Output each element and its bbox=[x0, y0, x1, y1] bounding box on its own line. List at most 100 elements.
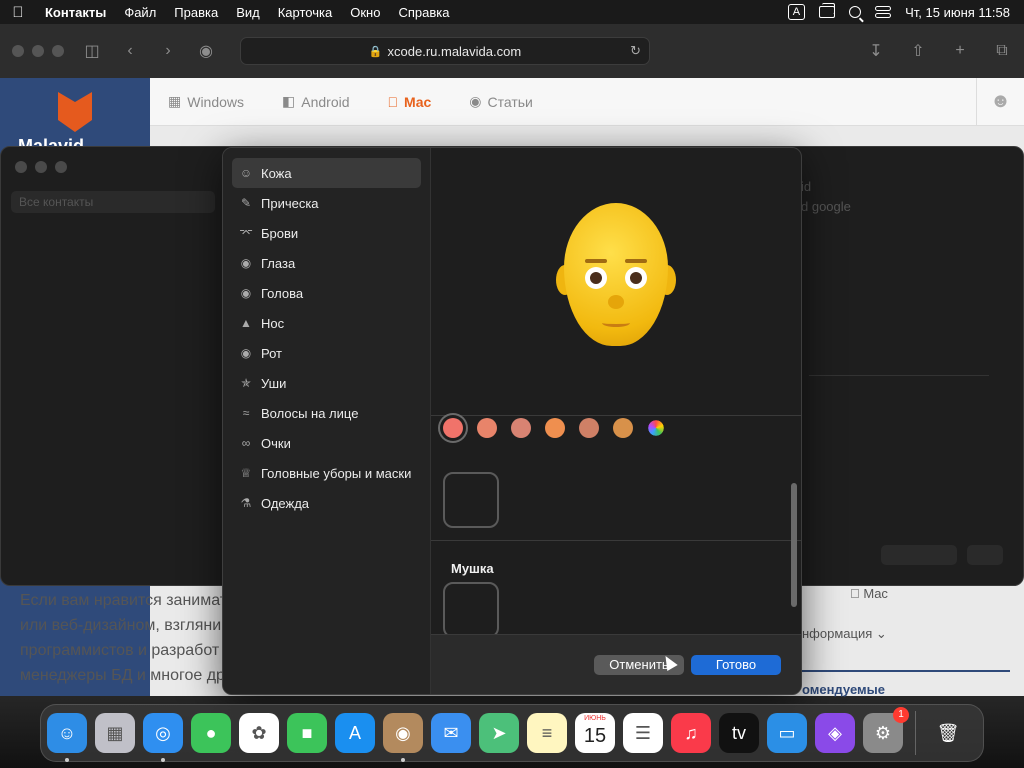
dock-safari-icon[interactable]: ◎ bbox=[143, 713, 183, 762]
options-scrollbar[interactable] bbox=[791, 483, 797, 607]
address-bar[interactable]: 🔒 xcode.ru.malavida.com ↻ bbox=[240, 37, 650, 65]
dock-system-preferences-icon[interactable]: ⚙ 1 bbox=[863, 707, 909, 753]
right-panel-info[interactable]: нформация ⌄ bbox=[802, 626, 887, 642]
reload-icon[interactable]: ↻ bbox=[630, 43, 641, 59]
skin-color-swatch[interactable] bbox=[477, 418, 497, 438]
edit-button[interactable] bbox=[881, 545, 957, 565]
minimize-button[interactable] bbox=[35, 161, 47, 173]
skin-color-swatch[interactable] bbox=[511, 418, 531, 438]
category-eyes[interactable]: ◉ Глаза bbox=[232, 248, 421, 278]
user-account-icon[interactable]: ☻ bbox=[976, 77, 1024, 126]
zoom-button[interactable] bbox=[52, 45, 64, 57]
privacy-shield-icon[interactable]: ◉ bbox=[196, 41, 216, 61]
dock-keynote-icon[interactable]: ▭ bbox=[767, 713, 807, 753]
menu-card[interactable]: Карточка bbox=[269, 5, 341, 20]
dock-mail-icon[interactable]: ✉ bbox=[431, 713, 471, 753]
dock-music-icon[interactable]: ♫ bbox=[671, 713, 711, 753]
memoji-face-image bbox=[556, 203, 676, 348]
category-clothing[interactable]: ⚗ Одежда bbox=[232, 488, 421, 518]
dock-calendar-icon[interactable]: ИЮНЬ 15 bbox=[575, 713, 615, 753]
section-divider bbox=[431, 540, 801, 541]
menu-clock[interactable]: Чт, 15 июня 11:58 bbox=[905, 5, 1010, 20]
memoji-editor-main: Мушка Отменить Готово bbox=[431, 148, 801, 694]
nav-windows[interactable]: ▦ Windows bbox=[168, 93, 244, 110]
tab-overview-icon[interactable]: ⧉ bbox=[992, 42, 1012, 60]
share-icon[interactable]: ⇧ bbox=[908, 41, 928, 61]
category-skin[interactable]: ☺ Кожа bbox=[232, 158, 421, 188]
lock-icon: 🔒 bbox=[368, 45, 383, 58]
skin-color-swatch[interactable] bbox=[545, 418, 565, 438]
forward-icon[interactable]: › bbox=[158, 42, 178, 60]
apple-icon:  bbox=[388, 94, 399, 110]
dock-trash-icon[interactable]: 🗑 bbox=[928, 713, 968, 753]
category-mouth[interactable]: ◉ Рот bbox=[232, 338, 421, 368]
share-button[interactable] bbox=[967, 545, 1003, 565]
dock-photos-icon[interactable]: ✿ bbox=[239, 713, 279, 753]
sheet-footer: Отменить Готово bbox=[431, 634, 801, 694]
dock-apple-tv-icon[interactable]: tv bbox=[719, 713, 759, 753]
dock-app-store-icon[interactable]: A bbox=[335, 713, 375, 753]
dock-podcasts-icon[interactable]: ◈ bbox=[815, 713, 855, 753]
dock-notes-icon[interactable]: ≡ bbox=[527, 713, 567, 753]
category-hairstyle[interactable]: ✎ Прическа bbox=[232, 188, 421, 218]
dock-facetime-icon[interactable]: ■ bbox=[287, 713, 327, 753]
sidebar-toggle-icon[interactable]: ◫ bbox=[82, 41, 102, 61]
category-ears[interactable]: ✯ Уши bbox=[232, 368, 421, 398]
skin-option-slot[interactable] bbox=[443, 472, 499, 528]
contact-card-divider bbox=[809, 375, 989, 376]
downloads-icon[interactable]: ↧ bbox=[866, 41, 886, 61]
skin-color-swatch[interactable] bbox=[579, 418, 599, 438]
category-facial-hair[interactable]: ≈ Волосы на лице bbox=[232, 398, 421, 428]
crown-icon: ♕ bbox=[240, 466, 252, 480]
category-head[interactable]: ◉ Голова bbox=[232, 278, 421, 308]
menu-app-contacts[interactable]: Контакты bbox=[36, 5, 115, 20]
spotlight-search-icon[interactable] bbox=[849, 6, 862, 18]
new-tab-icon[interactable]: + bbox=[950, 42, 970, 60]
calendar-month: ИЮНЬ bbox=[584, 715, 606, 722]
menu-edit[interactable]: Правка bbox=[165, 5, 227, 20]
menu-help[interactable]: Справка bbox=[389, 5, 458, 20]
right-panel-mac[interactable]:  Mac bbox=[850, 586, 888, 601]
control-center-icon[interactable] bbox=[875, 6, 892, 18]
nav-android[interactable]: ◧ Android bbox=[282, 93, 350, 110]
category-headwear[interactable]: ♕ Головные уборы и маски bbox=[232, 458, 421, 488]
zoom-button[interactable] bbox=[55, 161, 67, 173]
beauty-mark-option-slot[interactable] bbox=[443, 582, 499, 638]
dock: ☺ ▦ ◎ ● ✿ ■ A ◉ ✉ ➤ ≡ ИЮНЬ 15 ☰ ♫ tv ▭ ◈ ⚙ 1 🗑 bbox=[40, 704, 984, 762]
category-nose[interactable]: ▲ Нос bbox=[232, 308, 421, 338]
dock-launchpad-icon[interactable]: ▦ bbox=[95, 713, 135, 753]
back-icon[interactable]: ‹ bbox=[120, 42, 140, 60]
url-text: xcode.ru.malavida.com bbox=[387, 43, 522, 59]
memoji-category-list: ☺ Кожа ✎ Прическа ⌤ Брови ◉ Глаза ◉ Голова ▲ Н… bbox=[223, 148, 431, 694]
lips-icon: ◉ bbox=[240, 346, 252, 360]
article-line: Если вам нравится занимат bbox=[20, 592, 228, 609]
contacts-group-label[interactable]: Все контакты bbox=[11, 191, 215, 213]
menu-file[interactable]: Файл bbox=[115, 5, 165, 20]
custom-color-icon[interactable] bbox=[647, 419, 665, 437]
minimize-button[interactable] bbox=[32, 45, 44, 57]
nav-mac[interactable]: Mac bbox=[388, 94, 432, 110]
memoji-preview bbox=[431, 148, 801, 416]
close-button[interactable] bbox=[12, 45, 24, 57]
category-eyebrows[interactable]: ⌤ Брови bbox=[232, 218, 421, 248]
dock-finder-icon[interactable]: ☺ bbox=[47, 713, 87, 762]
screen-mirroring-icon[interactable] bbox=[819, 3, 836, 18]
malavida-logo-icon[interactable] bbox=[58, 92, 92, 132]
article-line: менеджеры БД и многое др bbox=[20, 667, 225, 684]
apple-menu-icon[interactable]:  bbox=[0, 4, 36, 21]
dock-contacts-icon[interactable]: ◉ bbox=[383, 713, 423, 762]
close-button[interactable] bbox=[15, 161, 27, 173]
nav-articles[interactable]: ◉ Статьи bbox=[469, 93, 533, 110]
menu-window[interactable]: Окно bbox=[341, 5, 389, 20]
mustache-icon: ≈ bbox=[242, 406, 250, 420]
contact-card-text: id d google bbox=[801, 179, 851, 214]
input-source-indicator[interactable]: A bbox=[787, 4, 806, 20]
done-button[interactable]: Готово bbox=[691, 655, 781, 675]
dock-maps-icon[interactable]: ➤ bbox=[479, 713, 519, 753]
category-glasses[interactable]: ∞ Очки bbox=[232, 428, 421, 458]
skin-color-swatch[interactable] bbox=[443, 418, 463, 438]
skin-color-swatch[interactable] bbox=[613, 418, 633, 438]
dock-messages-icon[interactable]: ● bbox=[191, 713, 231, 753]
dock-reminders-icon[interactable]: ☰ bbox=[623, 713, 663, 753]
menu-view[interactable]: Вид bbox=[227, 5, 269, 20]
